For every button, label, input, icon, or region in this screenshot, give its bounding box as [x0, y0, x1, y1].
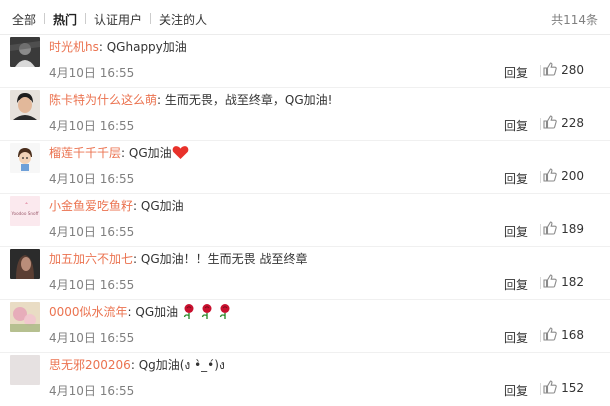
like-count: 280	[561, 63, 584, 77]
comment-timestamp: 4月10日 16:55	[49, 331, 135, 345]
like-button[interactable]: 280	[543, 62, 584, 77]
comment-timestamp: 4月10日 16:55	[49, 119, 135, 133]
action-divider	[540, 118, 541, 130]
comment-text: QG加油！！生而无畏 战至终章	[140, 252, 308, 266]
comment-timestamp: 4月10日 16:55	[49, 172, 135, 186]
like-count: 200	[561, 169, 584, 183]
thumbs-up-icon	[543, 274, 557, 288]
like-count: 152	[561, 381, 584, 395]
heart-icon	[172, 146, 188, 159]
rose-icon	[201, 304, 212, 319]
reply-button[interactable]: 回复	[504, 329, 528, 346]
action-divider	[540, 383, 541, 395]
username-link[interactable]: 加五加六不加七	[49, 252, 133, 266]
colon: :	[133, 199, 138, 213]
comment-filter-bar: 全部 热门 认证用户 关注的人 共114条	[0, 0, 610, 35]
comment-item: Yoodoo Snoff 小金鱼爱吃鱼籽: QG加油 4月10日 16:55 回…	[0, 193, 610, 247]
comment-total-count: 共114条	[551, 13, 598, 27]
avatar[interactable]	[10, 302, 40, 332]
thumbs-up-icon	[543, 168, 557, 182]
username-link[interactable]: 思无邪200206	[49, 358, 131, 372]
tab-following[interactable]: 关注的人	[159, 11, 207, 28]
username-link[interactable]: 0000似水流年	[49, 305, 128, 319]
like-count: 182	[561, 275, 584, 289]
action-divider	[540, 65, 541, 77]
like-button[interactable]: 152	[543, 380, 584, 395]
colon: :	[127, 305, 132, 319]
comment-text: QGhappy加油	[106, 40, 187, 54]
colon: :	[157, 93, 162, 107]
tab-divider	[85, 13, 86, 24]
comment-item: 加五加六不加七: QG加油！！生而无畏 战至终章 4月10日 16:55 回复 …	[0, 246, 610, 300]
tab-divider	[150, 13, 151, 24]
avatar-text: Yoodoo Snoff	[11, 211, 39, 216]
comment-timestamp: 4月10日 16:55	[49, 225, 135, 239]
comment-item: 时光机hs: QGhappy加油 4月10日 16:55 回复 280	[0, 34, 610, 88]
reply-button[interactable]: 回复	[504, 117, 528, 134]
colon: :	[98, 40, 103, 54]
avatar[interactable]: Yoodoo Snoff	[10, 196, 40, 226]
tab-divider	[44, 13, 45, 24]
tab-all[interactable]: 全部	[12, 11, 36, 28]
rose-icon	[219, 304, 230, 319]
action-divider	[540, 277, 541, 289]
like-button[interactable]: 228	[543, 115, 584, 130]
reply-button[interactable]: 回复	[504, 276, 528, 293]
reply-button[interactable]: 回复	[504, 64, 528, 81]
colon: :	[130, 358, 135, 372]
action-divider	[540, 330, 541, 342]
comment-item: 0000似水流年: QG加油 4月10日 16:55 回复 168	[0, 299, 610, 353]
reply-button[interactable]: 回复	[504, 382, 528, 399]
comment-timestamp: 4月10日 16:55	[49, 66, 135, 80]
like-count: 168	[561, 328, 584, 342]
username-link[interactable]: 榴莲千千千层	[49, 146, 121, 160]
comment-text: 生而无畏，战至终章，QG加油!	[164, 93, 333, 107]
tab-verified-users[interactable]: 认证用户	[94, 11, 142, 28]
comment-text: QG加油	[128, 146, 172, 160]
tab-hot[interactable]: 热门	[53, 11, 77, 28]
avatar[interactable]	[10, 249, 40, 279]
comment-text: Qg加油(ง •̀_•́)ง	[138, 358, 225, 372]
thumbs-up-icon	[543, 327, 557, 341]
thumbs-up-icon	[543, 115, 557, 129]
thumbs-up-icon	[543, 62, 557, 76]
rose-icon	[183, 304, 194, 319]
action-divider	[540, 224, 541, 236]
avatar[interactable]	[10, 143, 40, 173]
like-button[interactable]: 189	[543, 221, 584, 236]
comment-text: QG加油	[135, 305, 179, 319]
avatar[interactable]	[10, 355, 40, 385]
colon: :	[121, 146, 126, 160]
comment-item: 榴莲千千千层: QG加油 4月10日 16:55 回复 200	[0, 140, 610, 194]
colon: :	[133, 252, 138, 266]
comment-item: 思无邪200206: Qg加油(ง •̀_•́)ง 4月10日 16:55 回复…	[0, 352, 610, 405]
like-count: 189	[561, 222, 584, 236]
action-divider	[540, 171, 541, 183]
comment-timestamp: 4月10日 16:55	[49, 384, 135, 398]
username-link[interactable]: 小金鱼爱吃鱼籽	[49, 199, 133, 213]
like-button[interactable]: 168	[543, 327, 584, 342]
avatar[interactable]	[10, 37, 40, 67]
like-count: 228	[561, 116, 584, 130]
like-button[interactable]: 200	[543, 168, 584, 183]
reply-button[interactable]: 回复	[504, 170, 528, 187]
comment-timestamp: 4月10日 16:55	[49, 278, 135, 292]
like-button[interactable]: 182	[543, 274, 584, 289]
thumbs-up-icon	[543, 221, 557, 235]
avatar[interactable]	[10, 90, 40, 120]
username-link[interactable]: 陈卡特为什么这么萌	[49, 93, 157, 107]
thumbs-up-icon	[543, 380, 557, 394]
username-link[interactable]: 时光机hs	[49, 40, 99, 54]
comment-text: QG加油	[140, 199, 184, 213]
comment-item: 陈卡特为什么这么萌: 生而无畏，战至终章，QG加油! 4月10日 16:55 回…	[0, 87, 610, 141]
reply-button[interactable]: 回复	[504, 223, 528, 240]
